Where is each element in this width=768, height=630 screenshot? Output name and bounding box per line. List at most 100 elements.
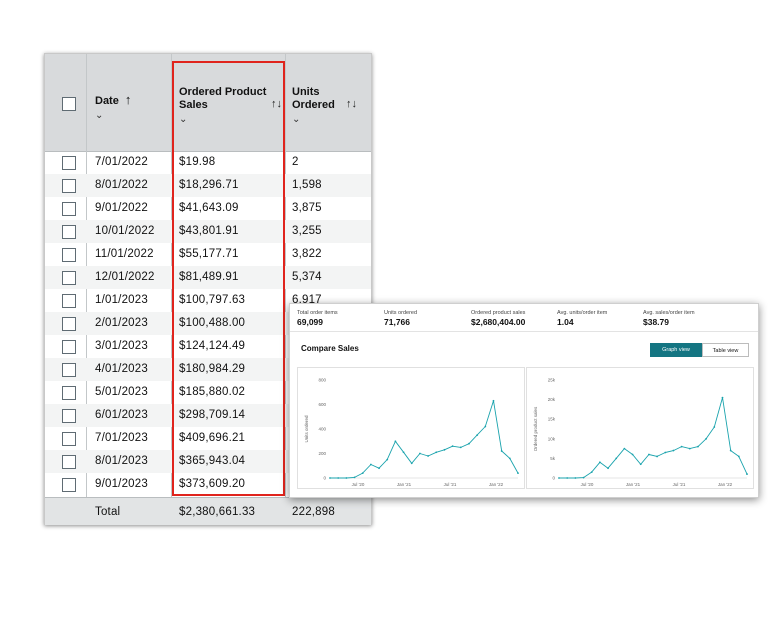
data-point	[672, 449, 675, 452]
row-date: 6/01/2023	[95, 409, 148, 421]
kpi-units-ordered: Units ordered 71,766	[384, 310, 417, 327]
kpi-label: Ordered product sales	[471, 310, 526, 316]
data-point	[656, 455, 658, 458]
graph-view-button[interactable]: Graph view	[650, 343, 702, 357]
row-date: 8/01/2023	[95, 455, 148, 467]
y-tick-label: 800	[318, 378, 326, 383]
data-point	[574, 477, 577, 479]
data-point	[558, 477, 560, 479]
row-checkbox[interactable]	[62, 340, 76, 354]
data-point	[648, 453, 650, 456]
units-header-label-1: Units	[292, 86, 320, 98]
data-point	[664, 451, 667, 454]
row-checkbox[interactable]	[62, 225, 76, 239]
data-point	[729, 449, 732, 452]
row-date: 2/01/2023	[95, 317, 148, 329]
ordered-sales-chart: Ordered product sales 25k 20k 15k 10k 5k 0 Jul …	[526, 367, 754, 489]
ordered-sales-chart-svg: Ordered product sales 25k 20k 15k 10k 5k 0 Jul …	[533, 378, 748, 487]
chevron-down-icon[interactable]: ⌄	[292, 113, 335, 126]
row-checkbox[interactable]	[62, 156, 76, 170]
chevron-down-icon[interactable]: ⌄	[95, 109, 131, 122]
data-point	[721, 396, 724, 399]
data-point	[484, 425, 487, 428]
row-date: 4/01/2023	[95, 363, 148, 375]
row-date: 9/01/2023	[95, 478, 148, 490]
y-tick-label: 15k	[548, 417, 556, 422]
data-point	[476, 434, 479, 437]
row-checkbox[interactable]	[62, 478, 76, 492]
y-tick-label: 600	[318, 402, 326, 407]
row-checkbox[interactable]	[62, 363, 76, 377]
arrow-up-icon: ↑	[124, 92, 132, 107]
kpi-divider	[290, 331, 758, 332]
units-column-header[interactable]: Units Ordered ⌄	[292, 86, 335, 126]
data-point	[443, 448, 446, 451]
row-units: 1,598	[292, 179, 322, 191]
x-tick-label: Jan '21	[397, 482, 412, 487]
row-units: 2	[292, 156, 299, 168]
sales-dashboard-panel: Total order items 69,099 Units ordered 7…	[289, 303, 759, 498]
data-point	[419, 452, 421, 455]
x-tick-label: Jul '21	[673, 482, 686, 487]
y-tick-label: 25k	[548, 378, 556, 383]
data-point	[492, 399, 495, 402]
row-checkbox[interactable]	[62, 455, 76, 469]
x-tick-label: Jan '22	[718, 482, 733, 487]
data-point	[369, 463, 372, 466]
x-tick-label: Jul '21	[444, 482, 457, 487]
data-point	[508, 457, 511, 460]
data-point	[737, 455, 740, 458]
row-date: 8/01/2022	[95, 179, 148, 191]
select-all-checkbox[interactable]	[62, 97, 76, 111]
kpi-total-order-items: Total order items 69,099	[297, 310, 338, 327]
data-point	[468, 442, 470, 445]
date-header-label: Date	[95, 95, 119, 107]
kpi-label: Avg. sales/order item	[643, 310, 695, 316]
row-checkbox[interactable]	[62, 317, 76, 331]
total-row: Total $2,380,661.33 222,898	[45, 497, 371, 525]
y-axis-label: Ordered product sales	[533, 406, 538, 451]
row-checkbox[interactable]	[62, 248, 76, 262]
row-checkbox[interactable]	[62, 386, 76, 400]
y-tick-label: 10k	[548, 436, 556, 441]
row-checkbox[interactable]	[62, 294, 76, 308]
data-point	[337, 477, 340, 479]
row-checkbox[interactable]	[62, 202, 76, 216]
data-point	[697, 445, 699, 448]
table-view-button[interactable]: Table view	[702, 343, 749, 357]
row-checkbox[interactable]	[62, 179, 76, 193]
kpi-value: 1.04	[557, 317, 574, 327]
kpi-avg-sales-per-item: Avg. sales/order item $38.79	[643, 310, 695, 327]
data-point	[688, 447, 691, 450]
units-header-label-2: Ordered	[292, 99, 335, 111]
data-point	[329, 477, 331, 479]
compare-sales-title: Compare Sales	[301, 344, 359, 353]
data-point	[746, 473, 748, 475]
data-point	[607, 467, 609, 470]
y-tick-label: 0	[323, 476, 326, 481]
kpi-label: Total order items	[297, 310, 338, 316]
kpi-label: Avg. units/order item	[557, 310, 608, 316]
row-units: 3,875	[292, 202, 322, 214]
units-ordered-chart: Units ordered 800 600 400 200 0 Jul '20 Jan '21…	[297, 367, 525, 489]
data-point	[500, 450, 503, 452]
row-checkbox[interactable]	[62, 432, 76, 446]
data-point	[378, 467, 380, 470]
row-checkbox[interactable]	[62, 409, 76, 423]
data-point	[402, 451, 405, 454]
total-label: Total	[95, 506, 121, 518]
data-point	[353, 476, 356, 479]
row-checkbox[interactable]	[62, 271, 76, 285]
kpi-value: 71,766	[384, 317, 410, 327]
date-column-header[interactable]: Date ↑ ⌄	[95, 93, 131, 122]
x-tick-label: Jul '20	[352, 482, 365, 487]
sort-icon[interactable]: ↑↓	[346, 98, 357, 110]
units-ordered-chart-svg: Units ordered 800 600 400 200 0 Jul '20 Jan '21…	[304, 378, 519, 487]
row-date: 12/01/2022	[95, 271, 155, 283]
data-series-line	[559, 397, 748, 479]
data-point	[590, 471, 593, 474]
row-units: 3,255	[292, 225, 322, 237]
data-point	[623, 447, 626, 450]
data-point	[517, 472, 519, 474]
kpi-avg-units-per-item: Avg. units/order item 1.04	[557, 310, 607, 327]
